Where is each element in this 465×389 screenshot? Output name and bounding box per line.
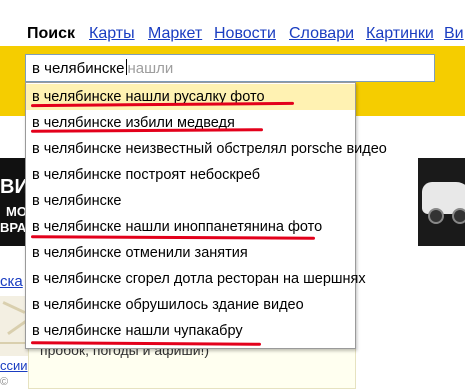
suggestion-item[interactable]: в челябинске неизвестный обстрелял porsc…	[26, 136, 387, 162]
suggestion-item[interactable]: в челябинске построят небоскреб	[26, 162, 355, 188]
services-nav: Поиск Карты Маркет Новости Словари Карти…	[0, 0, 465, 44]
suggestion-item[interactable]: в челябинске нашли чупакабру	[26, 318, 355, 344]
suggestion-item[interactable]: в челябинске отменили занятия	[26, 240, 355, 266]
map-road	[0, 342, 26, 344]
suggestion-text: в челябинске построят небоскреб	[32, 167, 261, 183]
search-input[interactable]: в челябинске нашли	[25, 54, 435, 82]
right-banner-ad[interactable]	[418, 158, 465, 246]
bottom-link[interactable]: ссии	[0, 358, 28, 373]
suggestion-text: в челябинске сгорел дотла ресторан на ше…	[32, 271, 366, 287]
suggestions-dropdown: в челябинске нашли русалку фото в челяби…	[25, 82, 387, 349]
suggestion-text: в челябинске нашли чупакабру	[32, 323, 243, 339]
suggestion-text: в челябинске отменили занятия	[32, 245, 248, 261]
suggestion-text: в челябинске неизвестный обстрелял porsc…	[32, 141, 387, 157]
nav-dictionaries-link[interactable]: Словари	[289, 24, 354, 44]
map-road	[7, 319, 27, 336]
search-typed-text: в челябинске	[32, 60, 125, 77]
ad-text-line: МО	[6, 204, 27, 219]
nav-news-link[interactable]: Новости	[214, 24, 276, 44]
text-caret	[125, 59, 127, 75]
suggestion-item[interactable]: в челябинске сгорел дотла ресторан на ше…	[26, 266, 366, 292]
suggestion-text: в челябинске обрушилось здание видео	[32, 297, 304, 313]
nav-market-link[interactable]: Маркет	[148, 24, 202, 44]
ad-text-line: ВРА	[0, 220, 27, 235]
suggestion-item[interactable]: в челябинске обрушилось здание видео	[26, 292, 355, 318]
suggestion-text: в челябинске	[32, 193, 122, 209]
suggestion-text: в челябинске нашли иноппанетянина фото	[32, 219, 323, 235]
car-wheel	[452, 208, 465, 224]
nav-search-active: Поиск	[27, 25, 76, 42]
search-autocomplete-hint: нашли	[127, 60, 174, 77]
nav-video-link[interactable]: Ви	[444, 24, 464, 44]
car-wheel	[428, 208, 444, 224]
search-input-text: в челябинске нашли	[32, 59, 173, 78]
copyright-text: ©	[0, 376, 9, 388]
nav-images-link[interactable]: Картинки	[366, 24, 434, 44]
suggestion-item[interactable]: в челябинске	[26, 188, 355, 214]
map-road	[2, 301, 26, 314]
nav-maps-link[interactable]: Карты	[89, 24, 135, 44]
region-link[interactable]: ска	[0, 273, 23, 290]
